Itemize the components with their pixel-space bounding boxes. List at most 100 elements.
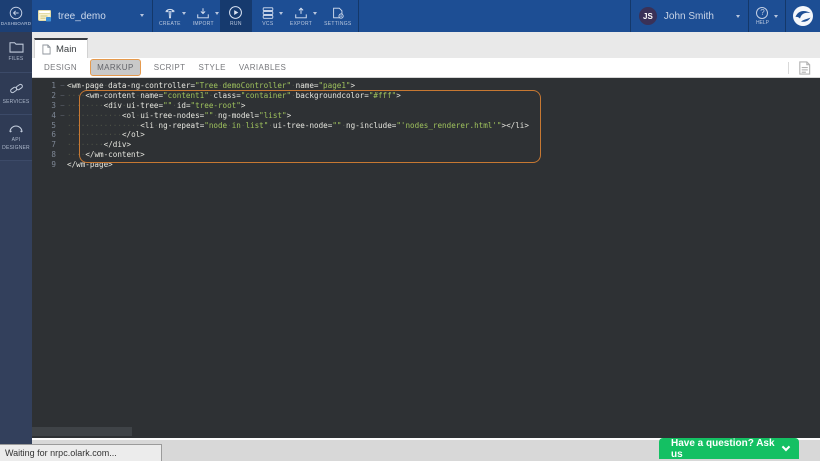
help-menu[interactable]: ? HELP bbox=[748, 0, 786, 32]
browser-status-text: Waiting for nrpc.olark.com... bbox=[0, 444, 162, 461]
nav-item-import[interactable]: IMPORT bbox=[187, 0, 220, 32]
user-caret-icon bbox=[736, 15, 740, 18]
code-line[interactable]: 6 ············</ol> bbox=[32, 130, 529, 140]
avatar: JS bbox=[639, 7, 657, 25]
tab-label: Main bbox=[56, 44, 77, 55]
line-number: 8 bbox=[32, 150, 58, 160]
nav-item-label: EXPORT bbox=[290, 21, 312, 27]
line-number: 7 bbox=[32, 140, 58, 150]
navbar-menu: CREATE IMPORT RUN bbox=[152, 0, 359, 32]
user-name: John Smith bbox=[664, 11, 714, 22]
export-tray-icon bbox=[294, 6, 308, 20]
nav-item-label: VCS bbox=[262, 21, 273, 27]
code-line[interactable]: 2–····<wm-content·name="content1"·class=… bbox=[32, 91, 529, 101]
play-circle-icon bbox=[228, 5, 243, 20]
code-text: ····<wm-content·name="content1"·class="c… bbox=[67, 91, 401, 101]
nav-item-settings[interactable]: SETTINGS bbox=[318, 0, 357, 32]
code-text: <wm-page·data-ng-controller="Tree·demoCo… bbox=[67, 81, 355, 91]
sidebar-item-label: SERVICES bbox=[3, 99, 30, 107]
navbar-right: JS John Smith ? HELP bbox=[630, 0, 820, 32]
work-area: Main DESIGN MARKUP SCRIPT STYLE VARIABLE… bbox=[32, 32, 820, 438]
project-switcher[interactable]: tree_demo bbox=[32, 0, 152, 32]
code-text: ····</wm-content> bbox=[67, 150, 145, 160]
nav-item-label: SETTINGS bbox=[324, 21, 351, 27]
brand-logo[interactable] bbox=[786, 0, 820, 32]
code-line[interactable]: 4–············<ol·ui-tree-nodes=""·ng-mo… bbox=[32, 111, 529, 121]
sidebar-item-services[interactable]: SERVICES bbox=[0, 73, 32, 116]
sidebar-item-api-designer[interactable]: API DESIGNER bbox=[0, 115, 32, 161]
tab-design[interactable]: DESIGN bbox=[44, 63, 77, 72]
status-text: Waiting for nrpc.olark.com... bbox=[5, 448, 117, 458]
tab-main-page[interactable]: Main bbox=[34, 38, 88, 58]
chat-widget-button[interactable]: Have a question? Ask us bbox=[659, 438, 799, 459]
code-text: ············</ol> bbox=[67, 130, 145, 140]
sidebar-item-label: FILES bbox=[9, 56, 24, 64]
user-menu[interactable]: JS John Smith bbox=[630, 0, 748, 32]
help-label: HELP bbox=[756, 20, 769, 26]
help-box: ? HELP bbox=[756, 7, 769, 26]
code-text: ········<div·ui-tree=""·id="tree-root"> bbox=[67, 101, 245, 111]
arc-icon bbox=[8, 123, 24, 134]
import-tray-icon bbox=[196, 6, 210, 20]
line-number: 6 bbox=[32, 130, 58, 140]
dashboard-button[interactable]: DASHBOARD bbox=[0, 0, 32, 32]
tab-markup[interactable]: MARKUP bbox=[90, 59, 141, 76]
folder-icon bbox=[9, 40, 24, 53]
help-caret-icon bbox=[774, 15, 778, 18]
fold-marker-icon[interactable]: – bbox=[58, 91, 67, 101]
code-line[interactable]: 1–<wm-page·data-ng-controller="Tree·demo… bbox=[32, 81, 529, 91]
fold-marker-icon[interactable]: – bbox=[58, 111, 67, 121]
nav-item-label: RUN bbox=[230, 21, 242, 27]
line-number: 9 bbox=[32, 160, 58, 170]
chat-label: Have a question? Ask us bbox=[671, 438, 783, 460]
fold-marker-icon[interactable]: – bbox=[58, 81, 67, 91]
back-arrow-circle-icon bbox=[9, 6, 23, 20]
fold-marker-icon[interactable]: – bbox=[58, 101, 67, 111]
line-number: 4 bbox=[32, 111, 58, 121]
navbar-spacer bbox=[359, 0, 630, 32]
top-navbar: DASHBOARD tree_demo CREATE bbox=[0, 0, 820, 32]
create-caret-icon bbox=[182, 12, 186, 15]
project-caret-icon bbox=[140, 14, 144, 17]
link-icon bbox=[9, 81, 24, 96]
dashboard-label: DASHBOARD bbox=[1, 21, 31, 26]
stack-icon bbox=[261, 6, 275, 20]
format-document-icon[interactable] bbox=[797, 60, 812, 76]
horizontal-scrollbar-thumb[interactable] bbox=[32, 427, 132, 436]
nav-item-run[interactable]: RUN bbox=[220, 0, 252, 32]
wavemaker-studio: DASHBOARD tree_demo CREATE bbox=[0, 0, 820, 461]
hammer-icon bbox=[163, 6, 177, 20]
help-icon: ? bbox=[756, 7, 768, 19]
code-line[interactable]: 7········</div> bbox=[32, 140, 529, 150]
markup-code-editor[interactable]: 1–<wm-page·data-ng-controller="Tree·demo… bbox=[32, 78, 820, 438]
code-line[interactable]: 9 </wm-page> bbox=[32, 160, 529, 170]
nav-item-vcs[interactable]: VCS bbox=[252, 0, 284, 32]
project-icon bbox=[38, 10, 52, 22]
line-number: 3 bbox=[32, 101, 58, 111]
code-text: ············<ol·ui-tree-nodes=""·ng-mode… bbox=[67, 111, 291, 121]
code-line[interactable]: 3–········<div·ui-tree=""·id="tree-root"… bbox=[32, 101, 529, 111]
nav-item-export[interactable]: EXPORT bbox=[284, 0, 318, 32]
sidebar-item-label: API DESIGNER bbox=[1, 137, 31, 152]
tab-style[interactable]: STYLE bbox=[198, 63, 225, 72]
tab-variables[interactable]: VARIABLES bbox=[239, 63, 286, 72]
editor-mode-tabs: DESIGN MARKUP SCRIPT STYLE VARIABLES bbox=[32, 58, 820, 78]
vcs-caret-icon bbox=[279, 12, 283, 15]
toolbar-divider bbox=[788, 62, 789, 74]
nav-item-create[interactable]: CREATE bbox=[153, 0, 187, 32]
line-number: 5 bbox=[32, 121, 58, 131]
code-line[interactable]: 5 ················<li·ng-repeat="node·in·… bbox=[32, 121, 529, 131]
line-number: 2 bbox=[32, 91, 58, 101]
sidebar-item-files[interactable]: FILES bbox=[0, 32, 32, 73]
settings-doc-icon bbox=[331, 6, 345, 20]
code-text: ················<li·ng-repeat="node·in·l… bbox=[67, 121, 529, 131]
project-name: tree_demo bbox=[58, 11, 106, 22]
export-caret-icon bbox=[313, 12, 317, 15]
page-tab-bar: Main bbox=[32, 38, 820, 58]
code-line[interactable]: 8 ····</wm-content> bbox=[32, 150, 529, 160]
nav-item-label: IMPORT bbox=[193, 21, 214, 27]
line-number: 1 bbox=[32, 81, 58, 91]
page-icon bbox=[42, 44, 51, 55]
code-text: </wm-page> bbox=[67, 160, 113, 170]
tab-script[interactable]: SCRIPT bbox=[154, 63, 186, 72]
